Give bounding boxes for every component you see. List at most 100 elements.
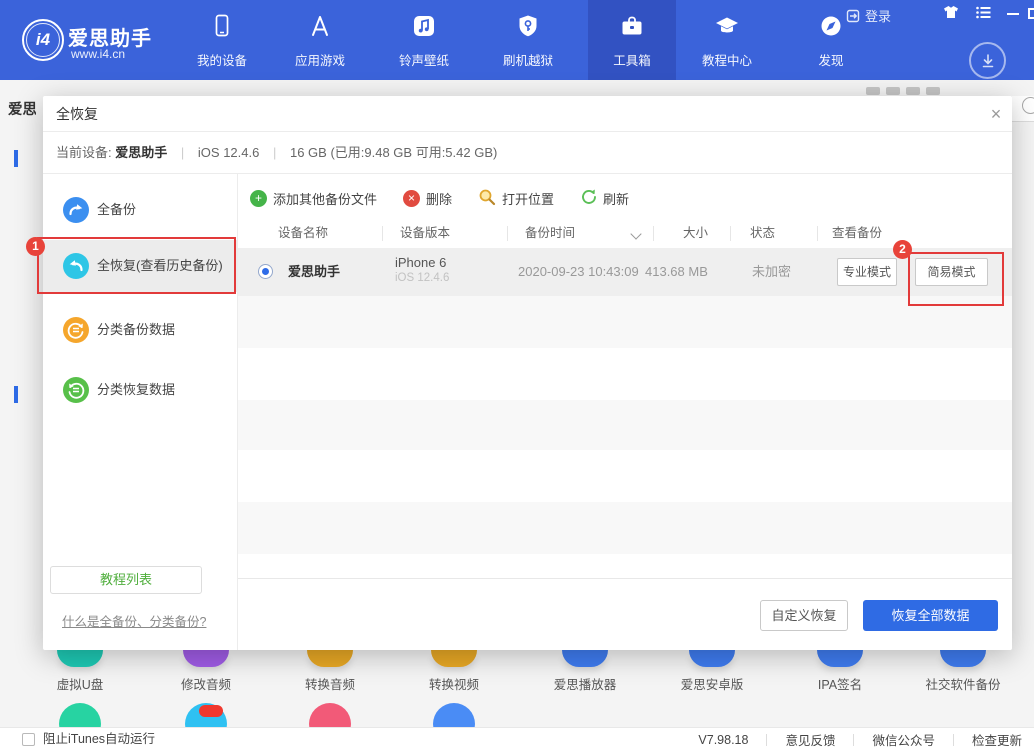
nav-item-tutorial-center[interactable]: 教程中心 [683, 0, 771, 80]
login-icon [846, 9, 860, 22]
prevent-itunes-checkbox[interactable] [22, 733, 35, 746]
nav-item-ringtones-wallpapers[interactable]: 铃声壁纸 [380, 0, 468, 80]
section-marker [14, 150, 18, 167]
annotation-badge-step2: 2 [893, 240, 912, 259]
app-icon-convert-video[interactable] [431, 650, 477, 667]
refresh-button[interactable]: 刷新 [580, 188, 629, 208]
app-label[interactable]: 虚拟U盘 [17, 674, 143, 693]
feedback-link[interactable]: 意见反馈 [785, 730, 835, 749]
wechat-link[interactable]: 微信公众号 [872, 730, 935, 749]
dialog-titlebar: 全恢复 × [43, 96, 1012, 132]
sidebar-item-full-backup[interactable]: 全备份 [43, 192, 238, 228]
close-icon[interactable]: × [983, 101, 1009, 127]
col-header-status[interactable]: 状态 [750, 222, 775, 241]
tutorial-list-button[interactable]: 教程列表 [50, 566, 202, 594]
col-header-device-version[interactable]: 设备版本 [400, 222, 450, 241]
column-divider [653, 226, 654, 241]
menu-list-icon[interactable] [974, 4, 992, 20]
app-label[interactable]: 转换视频 [391, 674, 517, 693]
col-header-view-backup[interactable]: 查看备份 [832, 222, 882, 241]
add-icon: + [250, 189, 267, 207]
nav-item-my-devices[interactable]: 我的设备 [178, 0, 266, 80]
obscured-page-title: 爱思助手 [8, 102, 36, 116]
row-size: 413.68 MB [645, 264, 708, 279]
backup-toolbar: + 添加其他备份文件 × 删除 打开位置 刷新 [250, 174, 629, 222]
open-location-button[interactable]: 打开位置 [478, 188, 554, 209]
row-device-name: 爱思助手 [288, 264, 341, 279]
column-divider [507, 226, 508, 241]
col-header-size[interactable]: 大小 [683, 222, 708, 241]
app-label[interactable]: 爱思安卓版 [649, 674, 775, 693]
obscured-text-fragment [886, 87, 900, 95]
app-icon-ipa-sign[interactable] [817, 650, 863, 667]
version-label: V7.98.18 [698, 732, 749, 747]
obscured-text-fragment [906, 87, 920, 95]
app-icon-edit-audio[interactable] [183, 650, 229, 667]
minimize-button[interactable] [1004, 6, 1022, 22]
app-label[interactable]: IPA签名 [777, 674, 903, 693]
column-divider [382, 226, 383, 241]
current-device-info: 当前设备: 爱思助手 | iOS 12.4.6 | 16 GB (已用:9.48… [43, 132, 1012, 174]
column-divider [730, 226, 731, 241]
app-label[interactable]: 爱思播放器 [522, 674, 648, 693]
device-os: iOS 12.4.6 [197, 145, 260, 160]
row-backup-time: 2020-09-23 10:43:09 [518, 264, 639, 279]
app-icon-social-backup[interactable] [940, 650, 986, 667]
category-restore-icon [63, 377, 89, 403]
annotation-badge-step1: 1 [26, 237, 45, 256]
appstore-icon [307, 13, 333, 39]
app-icon-virtual-usb[interactable] [57, 650, 103, 667]
graduation-cap-icon [714, 13, 740, 39]
full-restore-dialog: 全恢复 × 当前设备: 爱思助手 | iOS 12.4.6 | 16 GB (已… [43, 96, 1012, 650]
row-status: 未加密 [752, 264, 792, 279]
maximize-button[interactable] [1024, 5, 1034, 21]
delete-button[interactable]: × 删除 [403, 189, 452, 208]
download-button[interactable] [969, 42, 1006, 79]
row-radio-button[interactable] [258, 264, 273, 279]
nav-item-apps-games[interactable]: 应用游戏 [276, 0, 364, 80]
column-divider [817, 226, 818, 241]
refresh-icon [580, 188, 597, 208]
login-button[interactable]: 登录 [846, 6, 891, 25]
obscured-text-fragment [926, 87, 940, 95]
divider [766, 733, 768, 746]
app-url: www.i4.cn [71, 47, 126, 61]
custom-restore-button[interactable]: 自定义恢复 [760, 600, 848, 631]
app-label[interactable]: 转换音频 [267, 674, 393, 693]
app-label[interactable]: 社交软件备份 [900, 674, 1026, 693]
divider [1012, 121, 1034, 122]
dialog-title: 全恢复 [56, 106, 98, 122]
divider [853, 733, 855, 746]
search-icon[interactable] [1022, 97, 1034, 114]
add-backup-button[interactable]: + 添加其他备份文件 [250, 189, 377, 208]
col-header-device-name[interactable]: 设备名称 [278, 222, 328, 241]
full-backup-icon [63, 197, 89, 223]
status-bar: 阻止iTunes自动运行 V7.98.18 意见反馈 微信公众号 检查更新 [0, 727, 1034, 750]
sidebar-item-category-backup[interactable]: 分类备份数据 [43, 312, 238, 348]
empty-row-stripe [238, 296, 1012, 348]
section-marker [14, 386, 18, 403]
sidebar-item-category-restore[interactable]: 分类恢复数据 [43, 372, 238, 408]
check-update-link[interactable]: 检查更新 [972, 730, 1022, 749]
prevent-itunes-label: 阻止iTunes自动运行 [43, 732, 156, 746]
app-icon-android-version[interactable] [689, 650, 735, 667]
restore-all-button[interactable]: 恢复全部数据 [863, 600, 998, 631]
app-icon-convert-audio[interactable] [307, 650, 353, 667]
nav-item-toolbox[interactable]: 工具箱 [588, 0, 676, 80]
app-label[interactable]: 修改音频 [143, 674, 269, 693]
app-icon-player[interactable] [562, 650, 608, 667]
theme-icon[interactable] [942, 4, 960, 20]
top-navbar: i4 爱思助手 www.i4.cn 我的设备 应用游戏 铃声壁纸 刷机越狱 工具… [0, 0, 1034, 80]
pro-mode-button[interactable]: 专业模式 [837, 258, 897, 286]
nav-item-flash-jailbreak[interactable]: 刷机越狱 [484, 0, 572, 80]
device-name: 爱思助手 [115, 145, 168, 160]
divider [238, 578, 1012, 579]
category-backup-icon [63, 317, 89, 343]
music-note-icon [411, 13, 437, 39]
new-badge [199, 705, 223, 717]
sort-descending-icon[interactable] [630, 228, 642, 240]
app-logo: i4 [22, 19, 64, 61]
col-header-backup-time[interactable]: 备份时间 [525, 222, 575, 241]
backup-help-link[interactable]: 什么是全备份、分类备份? [62, 611, 206, 630]
magnifier-icon [478, 188, 496, 209]
